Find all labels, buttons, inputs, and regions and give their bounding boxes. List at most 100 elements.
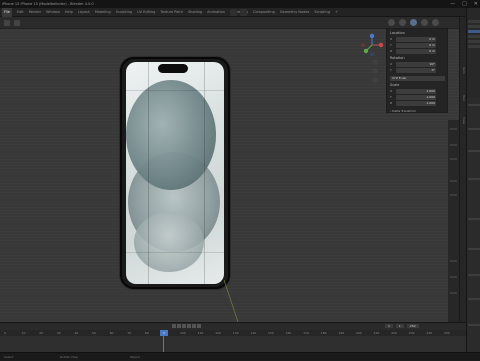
field-value: 1.000 — [426, 101, 435, 105]
menu-item[interactable]: UV Editing — [137, 8, 155, 17]
ruler-tick-label: 220 — [391, 331, 397, 335]
play-reverse-icon[interactable] — [182, 324, 186, 328]
wallpaper-blob — [126, 80, 216, 190]
menu-item[interactable]: File — [2, 8, 12, 17]
view-icon[interactable] — [388, 19, 395, 26]
end-frame-field[interactable]: 250 — [406, 324, 419, 328]
scale-z-field[interactable]: Z 1.000 — [390, 101, 445, 106]
navigation-gizmo[interactable] — [360, 33, 384, 57]
list-item[interactable] — [450, 144, 457, 146]
ruler-tick-label: 200 — [356, 331, 362, 335]
location-z-field[interactable]: Z 0 m — [390, 49, 445, 54]
list-item[interactable] — [450, 194, 457, 196]
mode-icon[interactable] — [14, 20, 20, 26]
property-row[interactable] — [468, 248, 480, 250]
menu-item[interactable]: Edit — [17, 8, 24, 17]
jump-end-icon[interactable] — [197, 324, 201, 328]
property-row[interactable] — [468, 274, 480, 276]
menu-item[interactable]: Shading — [188, 8, 202, 17]
material-shading-icon[interactable] — [421, 19, 428, 26]
outliner-row[interactable] — [468, 40, 480, 43]
property-row[interactable] — [468, 218, 480, 220]
start-frame-field[interactable]: 1 — [395, 324, 404, 328]
delta-transform-toggle[interactable]: › Delta Transform — [390, 109, 416, 113]
property-row[interactable] — [468, 128, 480, 130]
outliner-row[interactable] — [468, 30, 480, 33]
outliner-row[interactable] — [468, 35, 480, 38]
list-item[interactable] — [450, 276, 457, 278]
timeline-ruler[interactable]: 0102030405060708090100110120130140150160… — [0, 330, 466, 336]
close-icon[interactable]: ✕ — [474, 1, 478, 7]
menu-item[interactable]: + — [335, 8, 338, 17]
overlay-icon[interactable] — [399, 19, 406, 26]
menu-item[interactable]: Sculpting — [116, 8, 132, 17]
pan-icon[interactable] — [372, 68, 378, 74]
ruler-tick-label: 140 — [250, 331, 257, 335]
list-item[interactable] — [450, 260, 457, 262]
editor-type-icon[interactable] — [4, 20, 10, 26]
minimize-icon[interactable]: — — [450, 1, 455, 7]
rendered-shading-icon[interactable] — [432, 19, 439, 26]
outliner-row[interactable] — [468, 20, 480, 23]
menu-item[interactable]: Window — [46, 8, 60, 17]
ruler-tick-label: 120 — [215, 331, 221, 335]
maximize-icon[interactable]: □ — [462, 1, 467, 7]
field-label: Y — [390, 43, 392, 47]
section-location: Location — [390, 31, 405, 35]
play-icon[interactable] — [187, 324, 191, 328]
menu-item[interactable]: Texture Paint — [160, 8, 183, 17]
next-key-icon[interactable] — [192, 324, 196, 328]
ruler-tick-label: 250 — [444, 331, 450, 335]
property-row[interactable] — [468, 298, 480, 300]
title-bar: iPhone 15 iPhone 15 (Modelbelinder) - Bl… — [0, 0, 480, 8]
prev-key-icon[interactable] — [177, 324, 181, 328]
rotation-x-field[interactable]: X 90° — [390, 62, 445, 67]
tool-icon[interactable] — [240, 9, 247, 16]
outliner-row[interactable] — [468, 25, 480, 28]
property-row[interactable] — [468, 150, 480, 152]
list-item[interactable] — [450, 180, 457, 182]
menu-item[interactable]: Layout — [78, 8, 90, 17]
viewport-sidebar-list — [448, 120, 459, 322]
ruler-tick-label: 50 — [92, 331, 96, 335]
ruler-tick-label: 60 — [109, 331, 114, 335]
axis-line — [224, 280, 239, 322]
menu-item[interactable]: Animation — [207, 8, 225, 17]
playhead[interactable]: 1 — [160, 330, 168, 336]
field-label: Y — [390, 68, 392, 72]
list-item[interactable] — [450, 128, 457, 130]
scale-x-field[interactable]: X 1.000 — [390, 89, 445, 94]
outliner-row[interactable] — [468, 45, 480, 48]
rotation-mode-dropdown[interactable]: XYZ Euler — [390, 76, 445, 81]
current-frame-field[interactable]: 1 — [385, 324, 393, 328]
menu-item[interactable]: Geometry Nodes — [280, 8, 310, 17]
location-x-field[interactable]: X 0 m — [390, 37, 445, 42]
jump-start-icon[interactable] — [172, 324, 176, 328]
menu-item[interactable]: Help — [65, 8, 73, 17]
property-row[interactable] — [468, 324, 480, 326]
solid-shading-icon[interactable] — [410, 19, 417, 26]
menu-item[interactable]: Render — [29, 8, 41, 17]
menu-item[interactable]: Modeling — [95, 8, 111, 17]
mesh-edge — [148, 62, 149, 284]
tool-icon[interactable] — [230, 9, 237, 16]
ruler-tick-label: 70 — [127, 331, 132, 335]
phone-screen — [126, 62, 224, 284]
property-row[interactable] — [468, 104, 480, 106]
field-label: X — [390, 37, 393, 41]
properties-editor — [466, 98, 480, 353]
section-rotation: Rotation — [390, 56, 405, 60]
camera-icon[interactable] — [372, 77, 378, 83]
field-label: Y — [390, 95, 392, 99]
list-item[interactable] — [450, 158, 457, 160]
zoom-icon[interactable] — [372, 59, 378, 65]
list-item[interactable] — [450, 292, 457, 294]
mesh-edge — [126, 252, 224, 253]
ruler-tick-label: 160 — [285, 331, 292, 335]
menu-item[interactable]: Compositing — [253, 8, 275, 17]
scale-y-field[interactable]: Y 1.000 — [390, 95, 445, 100]
location-y-field[interactable]: Y 0 m — [390, 43, 445, 48]
rotation-y-field[interactable]: Y 0° — [390, 68, 445, 73]
property-row[interactable] — [468, 178, 480, 180]
menu-item[interactable]: Scripting — [314, 8, 330, 17]
